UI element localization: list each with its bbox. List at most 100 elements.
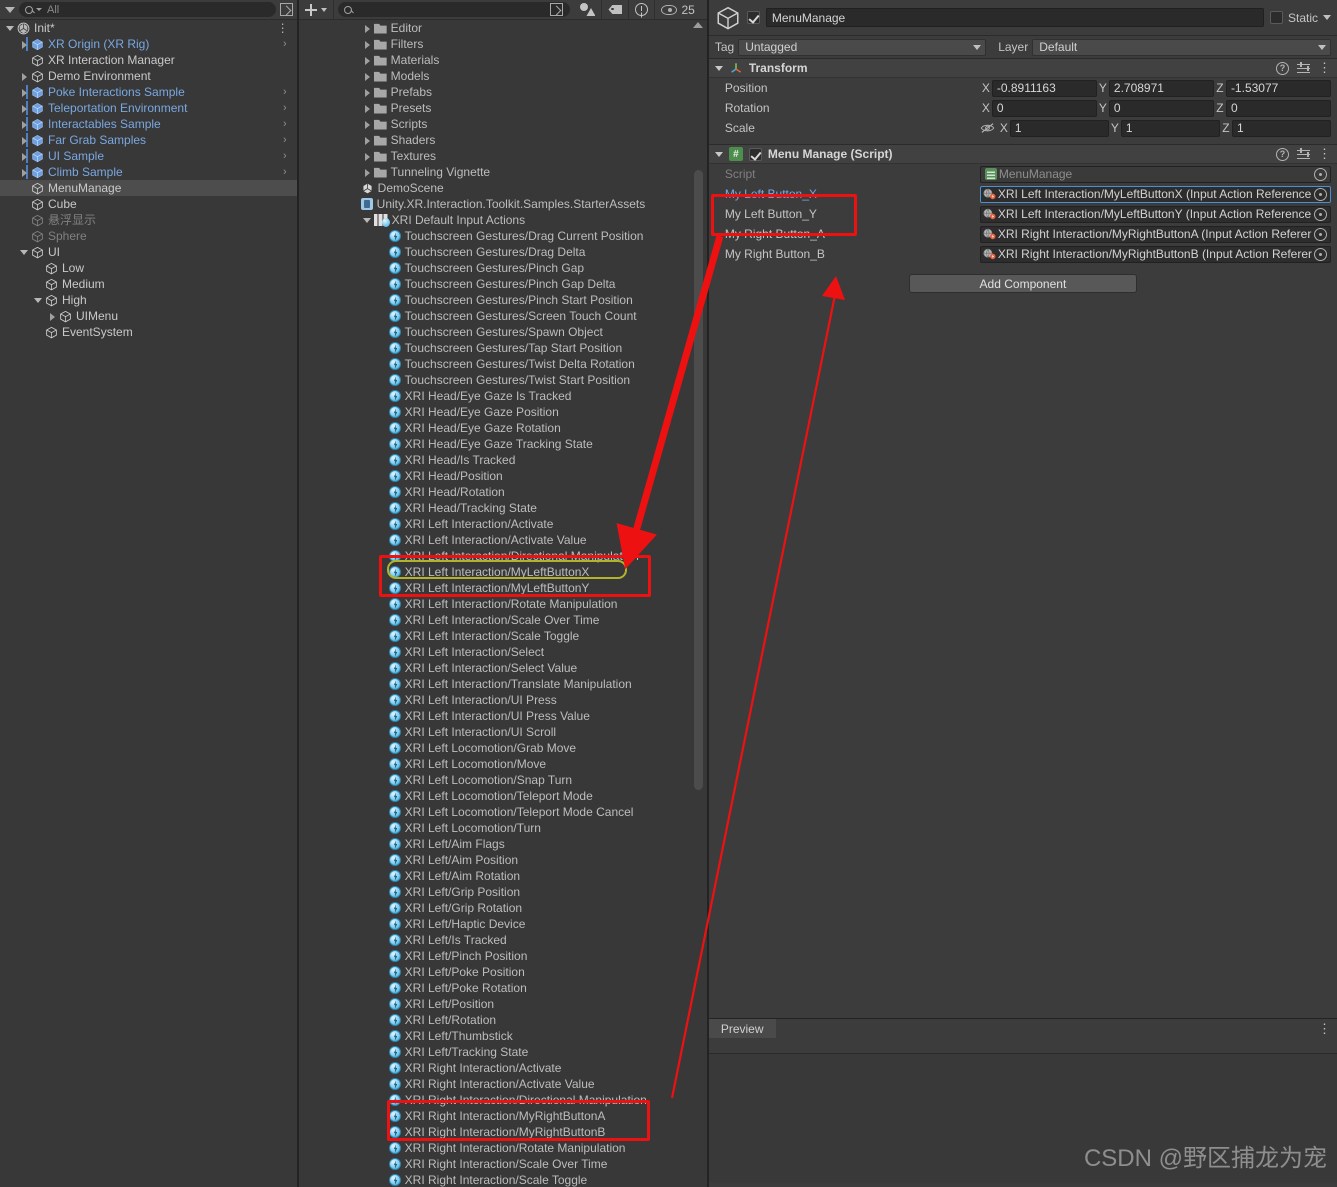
transform-scale-z-input[interactable]: 1	[1231, 119, 1331, 137]
expand-twisty-icon[interactable]	[361, 54, 374, 67]
project-item[interactable]: XRI Left Interaction/MyLeftButtonY	[299, 580, 707, 596]
hierarchy-menu-caret-icon[interactable]	[5, 6, 15, 13]
project-item[interactable]: Touchscreen Gestures/Spawn Object	[299, 324, 707, 340]
scroll-up-icon[interactable]	[692, 22, 703, 28]
expand-twisty-icon[interactable]	[361, 86, 374, 99]
project-item[interactable]: XRI Right Interaction/Directional Manipu…	[299, 1092, 707, 1108]
expand-twisty-icon[interactable]	[361, 166, 374, 179]
project-item[interactable]: Touchscreen Gestures/Drag Current Positi…	[299, 228, 707, 244]
transform-position-y-input[interactable]: 2.708971	[1108, 79, 1214, 97]
project-item[interactable]: Shaders	[299, 132, 707, 148]
expand-twisty-icon[interactable]	[361, 22, 374, 35]
static-toggle-group[interactable]: Static	[1269, 11, 1331, 25]
hierarchy-search-input[interactable]: All	[19, 2, 276, 17]
project-item[interactable]: XRI Left Interaction/Translate Manipulat…	[299, 676, 707, 692]
script-field-object-input[interactable]: XRI Left Interaction/MyLeftButtonX (Inpu…	[979, 185, 1331, 203]
collapse-twisty-icon[interactable]	[361, 214, 374, 227]
kebab-menu-icon[interactable]: ⋮	[1318, 61, 1331, 74]
expand-twisty-icon[interactable]	[18, 134, 31, 147]
project-item[interactable]: Prefabs	[299, 84, 707, 100]
filter-by-label-button[interactable]	[602, 0, 630, 20]
project-item[interactable]: XRI Right Interaction/Scale Toggle	[299, 1172, 707, 1187]
project-item[interactable]: XRI Left Interaction/Select Value	[299, 660, 707, 676]
expand-twisty-icon[interactable]	[361, 134, 374, 147]
prefab-open-chevron-icon[interactable]: ›	[283, 150, 287, 163]
filter-by-type-button[interactable]	[574, 0, 603, 20]
project-item[interactable]: XRI Head/Tracking State	[299, 500, 707, 516]
project-item[interactable]: Touchscreen Gestures/Twist Delta Rotatio…	[299, 356, 707, 372]
hierarchy-item-high[interactable]: High	[0, 292, 297, 308]
hierarchy-scene-kebab-icon[interactable]: ⋮	[277, 22, 289, 34]
create-asset-button[interactable]	[299, 0, 334, 20]
project-item[interactable]: Materials	[299, 52, 707, 68]
object-picker-icon[interactable]	[1314, 167, 1327, 181]
hierarchy-item-teleportation-environment[interactable]: Teleportation Environment ›	[0, 100, 297, 116]
project-item[interactable]: XRI Left/Aim Flags	[299, 836, 707, 852]
hierarchy-scene-root[interactable]: Init* ⋮	[0, 20, 297, 36]
project-item[interactable]: XRI Left/Grip Position	[299, 884, 707, 900]
expand-twisty-icon[interactable]	[18, 38, 31, 51]
transform-scale-y-input[interactable]: 1	[1120, 119, 1220, 137]
project-item[interactable]: XRI Left/Position	[299, 996, 707, 1012]
gameobject-name-input[interactable]: MenuManage	[765, 8, 1264, 27]
project-item[interactable]: XRI Left/Is Tracked	[299, 932, 707, 948]
project-item[interactable]: Touchscreen Gestures/Pinch Gap	[299, 260, 707, 276]
hierarchy-item-menumanage[interactable]: MenuManage	[0, 180, 297, 196]
project-item[interactable]: Touchscreen Gestures/Pinch Start Positio…	[299, 292, 707, 308]
project-item[interactable]: XRI Left Interaction/Select	[299, 644, 707, 660]
collapse-twisty-icon[interactable]	[18, 246, 31, 259]
help-icon[interactable]: ?	[1276, 147, 1289, 161]
hierarchy-item-ui[interactable]: UI	[0, 244, 297, 260]
object-picker-icon[interactable]	[1314, 187, 1327, 201]
project-item[interactable]: Scripts	[299, 116, 707, 132]
project-item[interactable]: Touchscreen Gestures/Drag Delta	[299, 244, 707, 260]
project-item[interactable]: XRI Left Locomotion/Teleport Mode	[299, 788, 707, 804]
expand-twisty-icon[interactable]	[18, 166, 31, 179]
project-item[interactable]: XRI Head/Eye Gaze Is Tracked	[299, 388, 707, 404]
project-item[interactable]: XRI Left/Poke Rotation	[299, 980, 707, 996]
hierarchy-item-xr-interaction-manager[interactable]: XR Interaction Manager	[0, 52, 297, 68]
expand-twisty-icon[interactable]	[18, 102, 31, 115]
script-foldout-icon[interactable]	[714, 151, 723, 157]
hierarchy-item-demo-environment[interactable]: Demo Environment	[0, 68, 297, 84]
project-item[interactable]: XRI Left Interaction/Scale Toggle	[299, 628, 707, 644]
object-picker-icon[interactable]	[1314, 247, 1327, 261]
project-item[interactable]: XRI Left Interaction/UI Press Value	[299, 708, 707, 724]
project-item[interactable]: DemoScene	[299, 180, 707, 196]
script-field-object-input[interactable]: XRI Right Interaction/MyRightButtonB (In…	[979, 245, 1331, 263]
expand-twisty-icon[interactable]	[46, 310, 59, 323]
visibility-count-button[interactable]: 25	[655, 0, 706, 20]
tag-dropdown[interactable]: Untagged	[738, 38, 987, 56]
static-checkbox[interactable]	[1269, 11, 1283, 24]
project-item[interactable]: XRI Left Interaction/Directional Manipul…	[299, 548, 707, 564]
collapse-twisty-icon[interactable]	[32, 294, 45, 307]
hierarchy-item-eventsystem[interactable]: EventSystem	[0, 324, 297, 340]
script-field-object-input[interactable]: XRI Right Interaction/MyRightButtonA (In…	[979, 225, 1331, 243]
expand-twisty-icon[interactable]	[18, 86, 31, 99]
project-item[interactable]: XRI Left/Tracking State	[299, 1044, 707, 1060]
project-item[interactable]: XRI Right Interaction/Rotate Manipulatio…	[299, 1140, 707, 1156]
project-item[interactable]: XRI Left Interaction/Scale Over Time	[299, 612, 707, 628]
project-item[interactable]: XRI Left Locomotion/Turn	[299, 820, 707, 836]
expand-twisty-icon[interactable]	[361, 70, 374, 83]
project-item[interactable]: XRI Left/Poke Position	[299, 964, 707, 980]
expand-twisty-icon[interactable]	[361, 102, 374, 115]
script-field-object-input[interactable]: XRI Left Interaction/MyLeftButtonY (Inpu…	[979, 205, 1331, 223]
project-item[interactable]: XRI Right Interaction/MyRightButtonB	[299, 1124, 707, 1140]
expand-twisty-icon[interactable]	[18, 70, 31, 83]
expand-twisty-icon[interactable]	[18, 150, 31, 163]
preview-kebab-icon[interactable]: ⋮	[1318, 1022, 1331, 1035]
project-item[interactable]: XRI Left/Grip Rotation	[299, 900, 707, 916]
project-item[interactable]: XRI Head/Rotation	[299, 484, 707, 500]
project-item[interactable]: XRI Right Interaction/Activate	[299, 1060, 707, 1076]
script-enabled-checkbox[interactable]	[748, 147, 762, 161]
project-item[interactable]: Tunneling Vignette	[299, 164, 707, 180]
prefab-open-chevron-icon[interactable]: ›	[283, 134, 287, 147]
project-item[interactable]: Filters	[299, 36, 707, 52]
preset-icon[interactable]	[1297, 61, 1310, 75]
project-item[interactable]: XRI Head/Eye Gaze Tracking State	[299, 436, 707, 452]
project-item[interactable]: XRI Default Input Actions	[299, 212, 707, 228]
project-item[interactable]: XRI Left/Aim Position	[299, 852, 707, 868]
expand-twisty-icon[interactable]	[361, 150, 374, 163]
hierarchy-item-climb-sample[interactable]: Climb Sample ›	[0, 164, 297, 180]
